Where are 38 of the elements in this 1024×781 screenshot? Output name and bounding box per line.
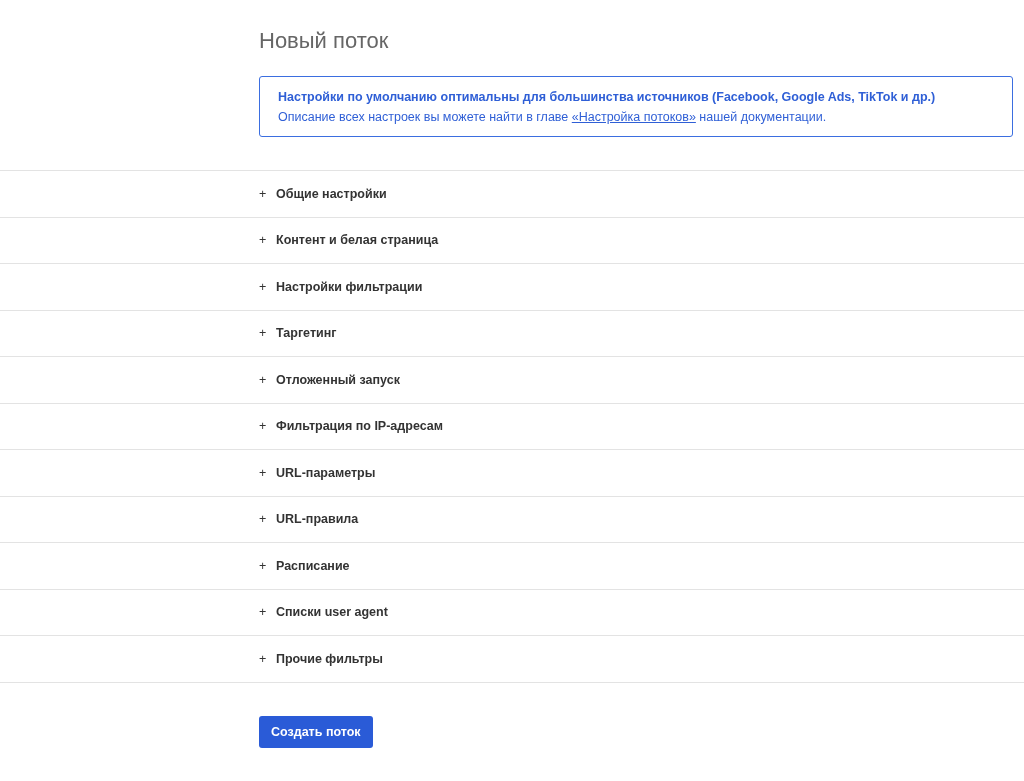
expand-marker: + xyxy=(259,651,268,666)
section-label: URL-правила xyxy=(276,512,359,527)
section-label: URL-параметры xyxy=(276,465,376,480)
expand-marker: + xyxy=(259,512,268,527)
expand-marker: + xyxy=(259,465,268,480)
section-label: Общие настройки xyxy=(276,186,387,201)
accordion-section[interactable]: + Прочие фильтры xyxy=(0,636,1024,683)
documentation-link[interactable]: «Настройка потоков» xyxy=(571,110,696,124)
accordion-section[interactable]: + Фильтрация по IP-адресам xyxy=(0,403,1024,450)
accordion-section[interactable]: + Общие настройки xyxy=(0,171,1024,218)
expand-marker: + xyxy=(259,279,268,294)
page-title: Новый поток xyxy=(259,27,390,54)
expand-marker: + xyxy=(259,558,268,573)
accordion-section[interactable]: + Контент и белая страница xyxy=(0,217,1024,264)
notice-heading: Настройки по умолчанию оптимальны для большинства источников (Facebook, Google Ads, TikTok и др.) xyxy=(278,90,937,104)
expand-marker: + xyxy=(259,372,268,387)
accordion-section[interactable]: + Расписание xyxy=(0,543,1024,590)
accordion-section[interactable]: + URL-параметры xyxy=(0,450,1024,497)
expand-marker: + xyxy=(259,419,268,434)
notice-text: Описание всех настроек вы можете найти в главе «Настройка потоков» нашей документации. xyxy=(278,110,828,124)
expand-marker: + xyxy=(259,326,268,341)
accordion-section[interactable]: + Таргетинг xyxy=(0,310,1024,357)
section-label: Списки user agent xyxy=(276,605,388,620)
accordion-section[interactable]: + URL-правила xyxy=(0,496,1024,543)
section-label: Отложенный запуск xyxy=(276,372,400,387)
section-label: Таргетинг xyxy=(276,326,337,341)
accordion-section[interactable]: + Списки user agent xyxy=(0,589,1024,636)
section-label: Настройки фильтрации xyxy=(276,279,423,294)
accordion-section[interactable]: + Настройки фильтрации xyxy=(0,264,1024,311)
section-label: Контент и белая страница xyxy=(276,233,439,248)
expand-marker: + xyxy=(259,233,268,248)
expand-marker: + xyxy=(259,605,268,620)
accordion-section[interactable]: + Отложенный запуск xyxy=(0,357,1024,404)
section-label: Прочие фильтры xyxy=(276,651,383,666)
section-label: Фильтрация по IP-адресам xyxy=(276,419,443,434)
create-button[interactable]: Создать поток xyxy=(259,715,373,748)
section-label: Расписание xyxy=(276,558,350,573)
expand-marker: + xyxy=(259,186,268,201)
